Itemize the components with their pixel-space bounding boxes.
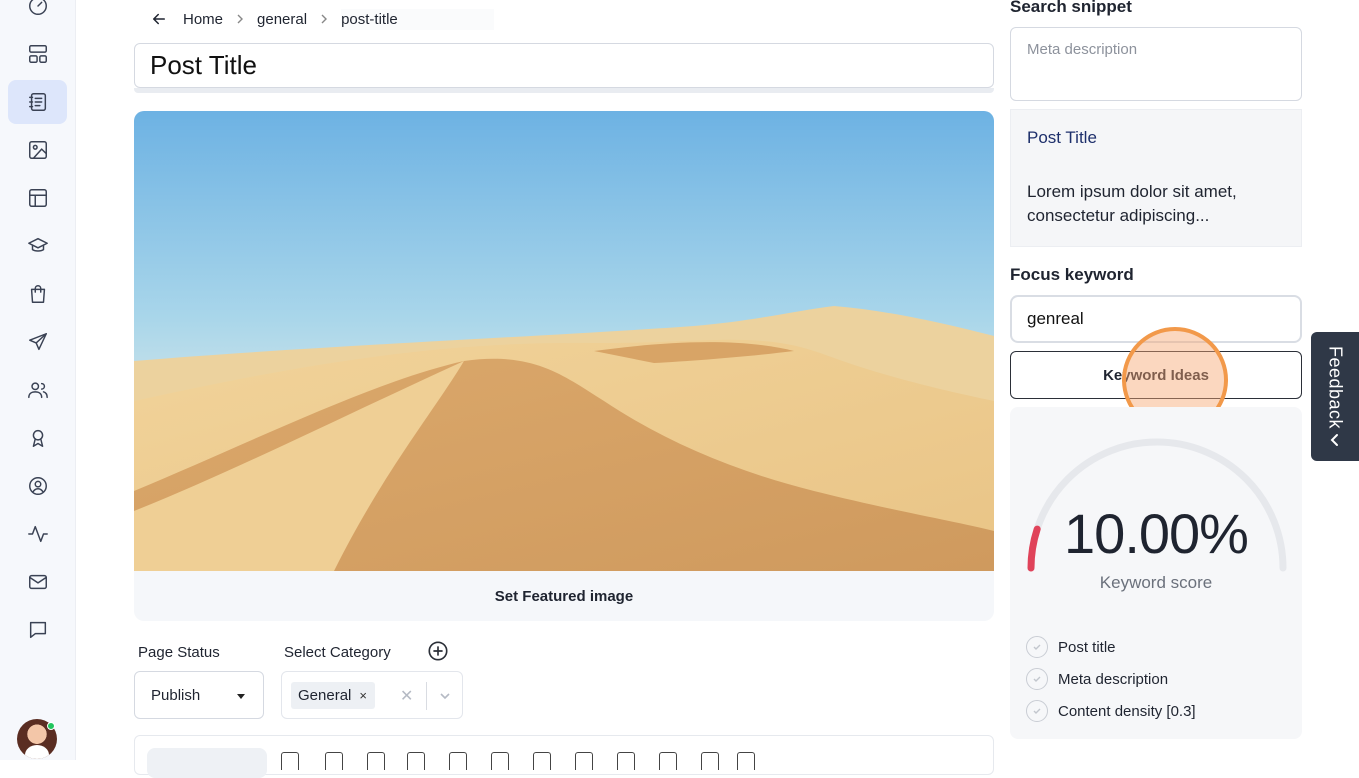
category-chip-label: General xyxy=(298,687,352,704)
sidebar-item-chat[interactable] xyxy=(8,608,67,652)
sidebar-item-layout[interactable] xyxy=(8,32,67,76)
sidebar-item-posts[interactable] xyxy=(8,80,67,124)
profile-icon xyxy=(28,477,47,495)
chip-remove-icon[interactable]: × xyxy=(359,688,367,703)
set-featured-image-button[interactable]: Set Featured image xyxy=(134,571,994,621)
feedback-label: Feedback xyxy=(1325,346,1346,430)
focus-keyword-heading: Focus keyword xyxy=(1010,265,1134,284)
table-icon[interactable] xyxy=(617,752,635,770)
code-icon[interactable] xyxy=(491,752,509,770)
activity-icon xyxy=(27,525,48,543)
image-icon[interactable] xyxy=(533,752,551,770)
chevron-right-icon xyxy=(237,14,244,24)
check-label: Post title xyxy=(1058,638,1116,656)
caret-down-icon xyxy=(237,694,245,699)
snippet-preview: Post Title Lorem ipsum dolor sit amet, c… xyxy=(1010,109,1302,247)
arrow-left-icon[interactable] xyxy=(150,10,168,28)
check-label: Meta description xyxy=(1058,670,1169,688)
featured-image-panel: Set Featured image xyxy=(134,111,994,621)
online-status-dot xyxy=(47,722,55,730)
clear-icon[interactable]: ✕ xyxy=(400,686,413,706)
page-status-value: Publish xyxy=(151,686,201,704)
quote-icon[interactable] xyxy=(449,752,467,770)
search-snippet-heading: Search snippet xyxy=(1010,0,1132,16)
keyword-ideas-button[interactable]: Keyword Ideas xyxy=(1010,351,1302,399)
chat-icon xyxy=(29,621,46,639)
send-icon xyxy=(28,333,47,351)
page-status-select[interactable]: Publish xyxy=(134,671,264,719)
meta-description-input[interactable] xyxy=(1010,27,1302,101)
layout-icon xyxy=(28,45,47,63)
chevron-left-icon xyxy=(1330,434,1338,447)
template-icon xyxy=(28,189,47,207)
chevron-right-icon xyxy=(321,14,328,24)
check-label: Content density [0.3] xyxy=(1058,702,1196,720)
select-divider xyxy=(426,682,427,710)
featured-image xyxy=(134,111,994,571)
sidebar-item-badges[interactable] xyxy=(8,416,67,460)
check-circle-icon xyxy=(1026,668,1048,690)
media-icon xyxy=(28,141,47,159)
select-category-label: Select Category xyxy=(284,644,391,661)
keyword-score-label: Keyword score xyxy=(1099,573,1213,592)
category-chip: General × xyxy=(291,682,375,709)
post-title-input[interactable] xyxy=(134,43,994,88)
preview-description: Lorem ipsum dolor sit amet, consectetur … xyxy=(1027,182,1237,225)
breadcrumb-home[interactable]: Home xyxy=(183,11,223,28)
check-circle-icon xyxy=(1026,636,1048,658)
sidebar-item-users[interactable] xyxy=(8,368,67,412)
columns-icon[interactable] xyxy=(659,752,677,770)
sidebar-item-templates[interactable] xyxy=(8,176,67,220)
feedback-tab[interactable]: Feedback xyxy=(1311,332,1359,461)
sidebar-item-dashboard[interactable] xyxy=(8,0,67,28)
block-format-dropdown[interactable] xyxy=(147,748,267,778)
mail-icon xyxy=(28,574,47,590)
category-select[interactable]: General × ✕ xyxy=(281,671,463,719)
redo-icon[interactable] xyxy=(737,752,755,770)
sidebar-item-media[interactable] xyxy=(8,128,67,172)
keyword-score-value: 10.00% xyxy=(1064,502,1249,565)
bold-icon[interactable] xyxy=(281,752,299,770)
check-content-density: Content density [0.3] xyxy=(1026,699,1196,723)
badge-icon xyxy=(32,429,43,447)
title-underline xyxy=(134,88,994,93)
editor-toolbar xyxy=(134,735,994,778)
chevron-down-icon[interactable] xyxy=(439,690,451,702)
preview-title: Post Title xyxy=(1027,128,1097,147)
add-circle-icon[interactable] xyxy=(427,640,449,662)
keyword-score-card: 10.00% Keyword score Post title Meta des… xyxy=(1010,407,1302,739)
sidebar-item-mail[interactable] xyxy=(8,560,67,604)
sidebar xyxy=(0,0,76,760)
sidebar-item-send[interactable] xyxy=(8,320,67,364)
page-status-label: Page Status xyxy=(138,644,220,661)
sidebar-item-shop[interactable] xyxy=(8,272,67,316)
undo-icon[interactable] xyxy=(701,752,719,770)
courses-icon xyxy=(27,237,48,252)
breadcrumb: Home general post-title xyxy=(150,8,494,30)
posts-icon xyxy=(28,93,46,111)
video-icon[interactable] xyxy=(575,752,593,770)
focus-keyword-input[interactable] xyxy=(1010,295,1302,343)
breadcrumb-category[interactable]: general xyxy=(257,11,307,28)
check-post-title: Post title xyxy=(1026,635,1116,659)
check-circle-icon xyxy=(1026,700,1048,722)
link-icon[interactable] xyxy=(367,752,385,770)
sidebar-item-profile[interactable] xyxy=(8,464,67,508)
dashboard-icon xyxy=(28,0,47,15)
list-icon[interactable] xyxy=(407,752,425,770)
shop-icon xyxy=(30,285,45,303)
users-icon xyxy=(27,382,48,399)
italic-icon[interactable] xyxy=(325,752,343,770)
breadcrumb-current: post-title xyxy=(341,8,494,30)
check-meta-description: Meta description xyxy=(1026,667,1168,691)
sidebar-item-activity[interactable] xyxy=(8,512,67,556)
sidebar-item-courses[interactable] xyxy=(8,224,67,268)
